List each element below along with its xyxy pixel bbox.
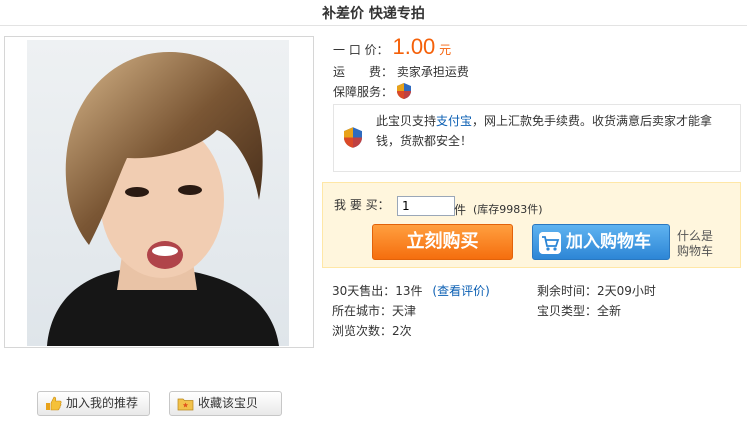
price-row: 一 口 价： 1.00 元 (333, 34, 451, 60)
thumb-up-icon (46, 396, 62, 411)
what-is-cart-line1: 什么是 (677, 229, 714, 243)
add-to-cart-label: 加入购物车 (566, 232, 651, 252)
remaining-label: 剩余时间： (537, 284, 598, 298)
views-row: 浏览次数：2次 (332, 322, 412, 339)
guarantee-label: 保障服务： (333, 85, 394, 99)
alipay-notice: 此宝贝支持支付宝，网上汇款免手续费。收货满意后卖家才能拿钱，货款都安全！ (333, 104, 741, 172)
guarantee-row: 保障服务： (333, 83, 411, 100)
city-label: 所在城市： (332, 304, 393, 318)
favorite-folder-icon (177, 398, 194, 411)
quantity-label: 我 要 买： (334, 198, 390, 212)
sold-row: 30天售出：13件 (查看评价) (332, 282, 490, 299)
buy-box: 我 要 买： 件 (库存9983件) 立刻购买 加入购物车 什么是 购物车 (322, 182, 741, 268)
city-value: 天津 (392, 304, 417, 318)
quantity-input[interactable] (397, 196, 455, 216)
shipping-label: 运 费： (333, 65, 394, 79)
notice-text-pre: 此宝贝支持 (376, 114, 437, 128)
what-is-cart-line2: 购物车 (677, 244, 714, 258)
price-unit: 元 (439, 43, 452, 57)
quantity-unit: 件 (454, 203, 467, 217)
views-value: 2次 (392, 324, 412, 338)
stock-count: (库存9983件) (473, 203, 543, 216)
type-value: 全新 (597, 304, 622, 318)
shield-icon (344, 127, 362, 148)
buy-now-button[interactable]: 立刻购买 (372, 224, 513, 260)
city-row: 所在城市：天津 (332, 302, 416, 319)
page-title: 补差价 快递专拍 (0, 0, 747, 26)
alipay-link[interactable]: 支付宝 (436, 114, 472, 128)
cart-icon (539, 232, 561, 254)
remaining-value: 2天09小时 (597, 284, 656, 298)
product-image-frame (4, 36, 314, 348)
notice-text: 此宝贝支持支付宝，网上汇款免手续费。收货满意后卖家才能拿钱，货款都安全！ (376, 111, 731, 151)
shield-icon[interactable] (396, 83, 411, 99)
product-photo[interactable] (27, 40, 289, 346)
add-recommend-button[interactable]: 加入我的推荐 (37, 391, 150, 416)
price-label: 一 口 价： (333, 43, 389, 57)
sold-label: 30天售出： (332, 284, 396, 298)
shipping-value: 卖家承担运费 (396, 65, 469, 79)
remaining-row: 剩余时间：2天09小时 (537, 282, 656, 299)
sold-value: 13件 (395, 284, 423, 298)
what-is-cart-link[interactable]: 什么是 购物车 (677, 229, 737, 259)
shipping-row: 运 费： 卖家承担运费 (333, 63, 469, 80)
views-label: 浏览次数： (332, 324, 393, 338)
favorite-item-button[interactable]: 收藏该宝贝 (169, 391, 282, 416)
add-to-cart-button[interactable]: 加入购物车 (532, 224, 670, 260)
type-label: 宝贝类型： (537, 304, 598, 318)
price-value: 1.00 (392, 34, 436, 59)
type-row: 宝贝类型：全新 (537, 302, 621, 319)
add-recommend-label: 加入我的推荐 (66, 396, 139, 410)
favorite-item-label: 收藏该宝贝 (198, 396, 259, 410)
view-reviews-link[interactable]: (查看评价) (432, 284, 489, 298)
